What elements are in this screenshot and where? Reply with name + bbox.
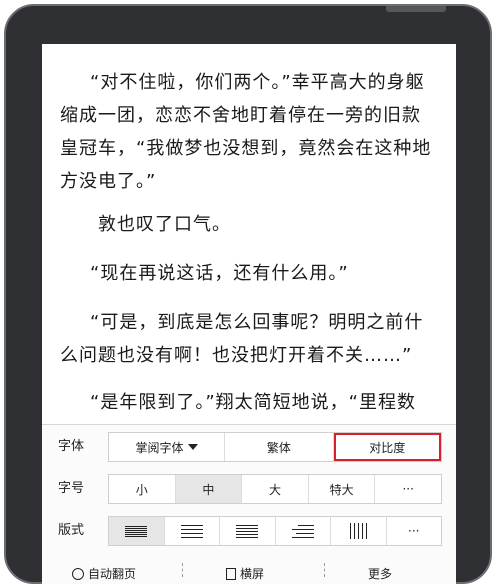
power-button[interactable] xyxy=(386,6,446,12)
layout-normal-button[interactable] xyxy=(165,517,220,545)
size-large-label: 大 xyxy=(268,482,281,497)
more-label: 更多 xyxy=(368,567,393,581)
reader-screen: “对不住啦，你们两个。”幸平高大的身躯 缩成一团，恋恋不舍地盯着停在一旁的旧款 … xyxy=(42,44,456,584)
size-medium-button[interactable]: 中 xyxy=(175,475,243,503)
auto-page-button[interactable]: 自动翻页 xyxy=(72,565,136,582)
compact-lines-icon xyxy=(125,522,148,540)
size-more-label: ··· xyxy=(402,482,414,496)
layout-vertical-button[interactable] xyxy=(331,517,387,545)
landscape-button[interactable]: 横屏 xyxy=(226,565,264,582)
size-small-button[interactable]: 小 xyxy=(109,475,176,503)
caret-down-icon xyxy=(187,444,198,450)
text-line: “现在再说这话，还有什么用。” xyxy=(90,263,349,284)
text-line: “可是，到底是怎么回事呢？明明之前什 xyxy=(90,312,424,333)
indent-lines-icon xyxy=(291,522,314,540)
auto-page-label: 自动翻页 xyxy=(88,567,137,581)
contrast-label: 对比度 xyxy=(369,440,406,455)
landscape-icon xyxy=(226,567,236,580)
font-size-label: 字号 xyxy=(58,481,85,496)
layout-options: ··· xyxy=(108,516,442,546)
font-row: 字体 掌阅字体 繁体 对比度 xyxy=(42,429,456,465)
normal-lines-icon xyxy=(180,522,203,540)
layout-compact-button[interactable] xyxy=(109,517,165,545)
traditional-chinese-button[interactable]: 繁体 xyxy=(225,433,334,461)
font-size-row: 字号 小 中 大 特大 ··· xyxy=(42,471,456,507)
size-small-label: 小 xyxy=(135,482,148,497)
more-button[interactable]: 更多 xyxy=(368,565,392,582)
auto-page-icon xyxy=(72,567,84,580)
divider xyxy=(182,563,184,577)
loose-lines-icon xyxy=(236,522,259,540)
layout-more-label: ··· xyxy=(408,524,420,538)
contrast-button[interactable]: 对比度 xyxy=(333,433,441,461)
layout-label: 版式 xyxy=(58,523,85,538)
size-more-button[interactable]: ··· xyxy=(375,475,441,503)
size-xlarge-button[interactable]: 特大 xyxy=(309,475,376,503)
text-line: “是年限到了。”翔太简短地说，“里程数 xyxy=(90,392,416,413)
layout-indent-button[interactable] xyxy=(276,517,331,545)
landscape-label: 横屏 xyxy=(240,567,265,581)
size-large-button[interactable]: 大 xyxy=(242,475,309,503)
layout-loose-button[interactable] xyxy=(220,517,276,545)
font-options: 掌阅字体 繁体 对比度 xyxy=(108,432,442,462)
text-line: 缩成一团，恋恋不舍地盯着停在一旁的旧款 xyxy=(60,105,421,126)
vertical-text-icon xyxy=(349,523,367,539)
text-line: 敦也叹了口气。 xyxy=(98,214,231,235)
layout-row: 版式 ··· xyxy=(42,513,456,549)
font-size-options: 小 中 大 特大 ··· xyxy=(108,474,442,504)
reading-settings-panel: 字体 掌阅字体 繁体 对比度 字号 小 中 大 特大 ··· 版式 ··· 自动… xyxy=(42,424,456,584)
traditional-chinese-label: 繁体 xyxy=(266,440,291,455)
font-label: 字体 xyxy=(58,439,85,454)
size-xlarge-label: 特大 xyxy=(329,482,354,497)
font-select-label: 掌阅字体 xyxy=(135,440,184,455)
book-text: “对不住啦，你们两个。”幸平高大的身躯 缩成一团，恋恋不舍地盯着停在一旁的旧款 … xyxy=(42,44,456,424)
text-line: “对不住啦，你们两个。”幸平高大的身躯 xyxy=(90,72,425,93)
text-line: 方没电了。” xyxy=(60,171,157,192)
size-medium-label: 中 xyxy=(202,482,215,497)
text-line: 皇冠车，“我做梦也没想到，竟然会在这种地 xyxy=(60,138,432,159)
layout-more-button[interactable]: ··· xyxy=(387,517,442,545)
font-select-button[interactable]: 掌阅字体 xyxy=(109,433,226,461)
divider xyxy=(324,563,326,577)
text-line: 么问题也没有啊！也没把灯开着不关……” xyxy=(60,345,413,366)
